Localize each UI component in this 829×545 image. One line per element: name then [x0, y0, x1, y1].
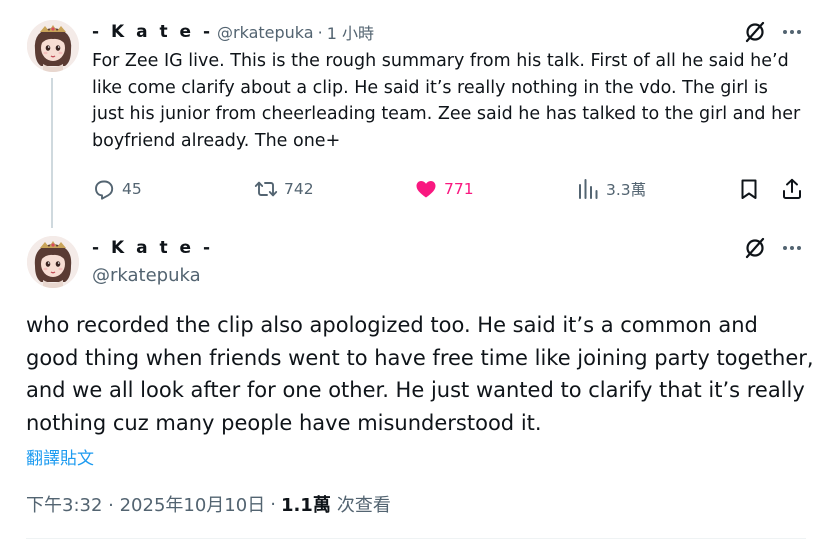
- share-button[interactable]: [780, 172, 804, 206]
- views-label: 次查看: [336, 495, 391, 516]
- avatar-image: [27, 20, 79, 72]
- avatar-image: [27, 236, 79, 288]
- like-count: 771: [444, 180, 474, 198]
- meta-separator: ·: [270, 493, 276, 515]
- retweet-button[interactable]: 742: [254, 172, 314, 206]
- thread-connector-line: [51, 78, 53, 228]
- tweet-time[interactable]: 1 小時: [327, 20, 374, 44]
- tweet-meta: 下午3:32 · 2025年10月10日 · 1.1萬 次查看: [26, 490, 391, 518]
- grok-button[interactable]: [742, 235, 768, 261]
- tweet1-action-bar: 45 742 771 3.3萬: [92, 172, 810, 206]
- heart-filled-icon: [416, 181, 436, 198]
- user-handle[interactable]: @rkatepuka: [92, 263, 201, 287]
- tweet2-header: - K a t e -: [92, 236, 213, 260]
- grok-button[interactable]: [742, 19, 768, 45]
- display-name[interactable]: - K a t e -: [92, 22, 213, 42]
- avatar[interactable]: [27, 236, 79, 288]
- grok-slash-circle-icon: [745, 237, 765, 259]
- like-button[interactable]: 771: [414, 172, 474, 206]
- translate-post-link[interactable]: 翻譯貼文: [26, 444, 94, 469]
- views-button[interactable]: 3.3萬: [576, 172, 646, 206]
- tweet1-header: - K a t e - @rkatepuka · 1 小時: [92, 18, 374, 46]
- views-count: 1.1萬: [280, 495, 331, 516]
- reply-button[interactable]: 45: [92, 172, 142, 206]
- more-dots-icon: [783, 30, 801, 34]
- divider: [26, 538, 806, 539]
- more-dots-icon: [783, 246, 801, 250]
- comment-bubble-icon: [95, 180, 114, 200]
- more-options-button[interactable]: [779, 235, 805, 261]
- header-separator: ·: [317, 22, 323, 42]
- reply-count: 45: [122, 180, 142, 198]
- avatar[interactable]: [27, 20, 79, 72]
- retweet-arrows-icon: [254, 181, 278, 197]
- user-handle[interactable]: @rkatepuka: [217, 23, 314, 42]
- grok-slash-circle-icon: [745, 21, 765, 43]
- share-upload-icon: [783, 178, 801, 199]
- tweet2-text: who recorded the clip also apologized to…: [26, 313, 814, 435]
- more-options-button[interactable]: [779, 19, 805, 45]
- tweet1-text: For Zee IG live. This is the rough summa…: [92, 51, 801, 151]
- display-name[interactable]: - K a t e -: [92, 238, 213, 258]
- retweet-count: 742: [284, 180, 314, 198]
- tweet-timestamp[interactable]: 下午3:32 · 2025年10月10日: [26, 491, 265, 517]
- views-count: 3.3萬: [606, 181, 647, 199]
- bookmark-button[interactable]: [737, 172, 761, 206]
- bar-chart-icon: [579, 179, 598, 199]
- bookmark-icon: [741, 179, 757, 199]
